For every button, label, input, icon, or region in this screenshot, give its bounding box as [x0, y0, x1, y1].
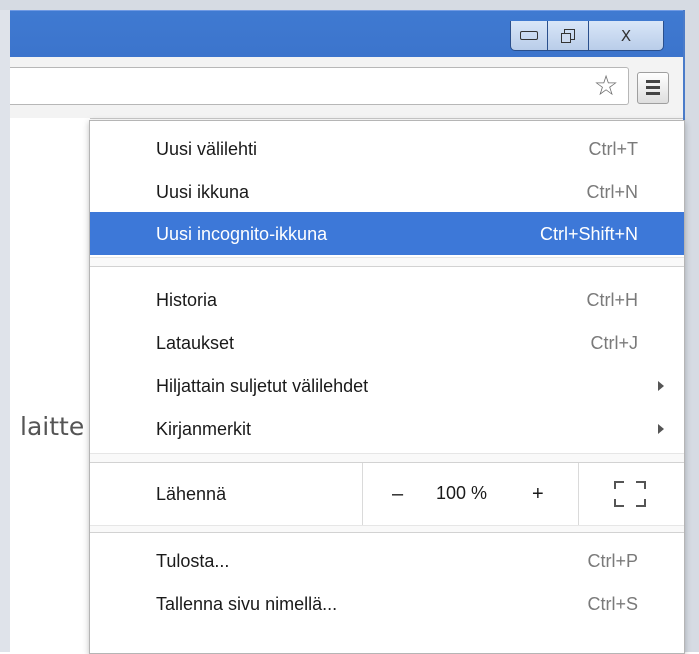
zoom-in-button[interactable]: +: [532, 483, 544, 506]
menu-item-save-page-as[interactable]: Tallenna sivu nimellä... Ctrl+S: [90, 582, 684, 625]
menu-item-new-incognito-window[interactable]: Uusi incognito-ikkuna Ctrl+Shift+N: [90, 212, 684, 255]
zoom-value: 100 %: [436, 483, 488, 503]
desktop-strip: [0, 0, 699, 10]
address-bar[interactable]: ☆: [10, 67, 629, 105]
star-outline-icon[interactable]: ☆: [588, 68, 624, 104]
minimize-icon: [520, 31, 538, 40]
submenu-arrow-icon: [658, 381, 664, 391]
page-text: laitte: [20, 412, 85, 441]
menu-item-bookmarks[interactable]: Kirjanmerkit: [90, 407, 684, 450]
title-bar: X: [10, 10, 683, 57]
browser-window: X ☆ laitte Uusi välilehti Ctrl+T Uusi ik…: [0, 0, 699, 654]
window-controls: X: [510, 21, 664, 51]
menu-item-new-tab[interactable]: Uusi välilehti Ctrl+T: [90, 127, 684, 170]
page-content: [10, 118, 90, 652]
chrome-menu-button[interactable]: [637, 72, 669, 104]
menu-item-recently-closed[interactable]: Hiljattain suljetut välilehdet: [90, 364, 684, 407]
browser-toolbar: ☆: [10, 57, 683, 119]
window-left-edge: [0, 10, 10, 652]
restore-icon: [561, 28, 575, 43]
menu-separator: [90, 453, 684, 463]
zoom-label: Lähennä: [156, 484, 227, 504]
fullscreen-icon[interactable]: [614, 481, 646, 507]
zoom-row: Lähennä – 100 % +: [90, 463, 684, 525]
submenu-arrow-icon: [658, 424, 664, 434]
zoom-out-button[interactable]: –: [392, 483, 403, 506]
close-icon: X: [620, 26, 632, 45]
menu-item-print[interactable]: Tulosta... Ctrl+P: [90, 539, 684, 582]
menu-item-history[interactable]: Historia Ctrl+H: [90, 278, 684, 321]
menu-item-downloads[interactable]: Lataukset Ctrl+J: [90, 321, 684, 364]
menu-separator: [90, 257, 684, 267]
hamburger-menu-icon: [646, 80, 660, 83]
window-right-edge: [683, 10, 699, 652]
close-button[interactable]: X: [589, 21, 664, 51]
menu-item-new-window[interactable]: Uusi ikkuna Ctrl+N: [90, 170, 684, 213]
chrome-menu: Uusi välilehti Ctrl+T Uusi ikkuna Ctrl+N…: [89, 120, 685, 654]
restore-button[interactable]: [548, 21, 589, 51]
minimize-button[interactable]: [510, 21, 548, 51]
menu-separator: [90, 525, 684, 533]
